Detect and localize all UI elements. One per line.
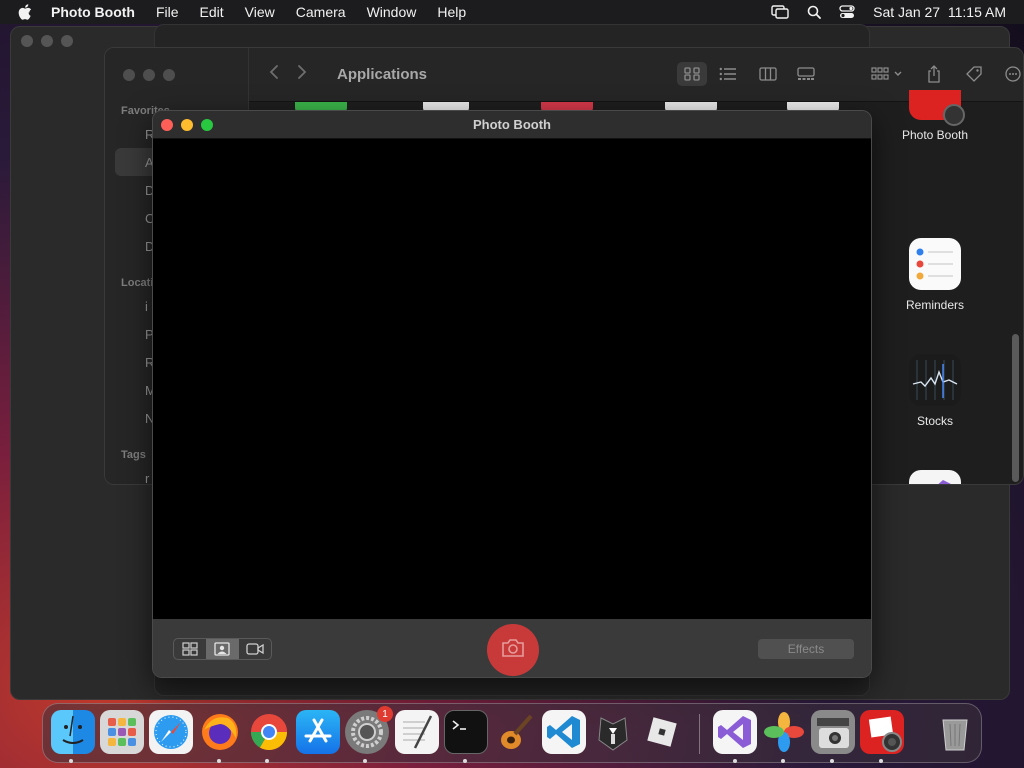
photo-booth-window: Photo Booth Effects bbox=[152, 110, 872, 678]
photo-booth-icon bbox=[909, 90, 965, 126]
stocks-icon bbox=[909, 354, 961, 406]
visual-studio-icon bbox=[909, 470, 961, 484]
app-label: Photo Booth bbox=[901, 128, 969, 142]
search-icon[interactable] bbox=[807, 5, 822, 19]
tag-icon[interactable] bbox=[959, 62, 989, 86]
trash-icon[interactable] bbox=[933, 710, 977, 754]
control-center-icon[interactable] bbox=[839, 5, 855, 19]
tux-icon[interactable] bbox=[591, 710, 635, 754]
running-indicator bbox=[781, 759, 785, 763]
capture-mode-selector bbox=[173, 638, 272, 660]
dock-separator bbox=[699, 714, 700, 754]
firefox-icon[interactable] bbox=[198, 710, 242, 754]
app-tile-photo-booth[interactable]: Photo Booth bbox=[880, 90, 990, 142]
minimize-button[interactable] bbox=[143, 69, 155, 81]
zoom-button[interactable] bbox=[163, 69, 175, 81]
photos-icon[interactable] bbox=[762, 710, 806, 754]
roblox-icon[interactable] bbox=[640, 710, 684, 754]
visual-studio-icon[interactable] bbox=[713, 710, 757, 754]
safari-icon[interactable] bbox=[149, 710, 193, 754]
effects-button[interactable]: Effects bbox=[758, 639, 854, 659]
apple-icon[interactable] bbox=[18, 4, 36, 20]
single-photo-icon[interactable] bbox=[206, 639, 239, 659]
dock: 1 bbox=[42, 703, 982, 763]
window-controls bbox=[123, 69, 175, 81]
sidebar-location-item[interactable]: i bbox=[145, 299, 148, 314]
grid-mode-icon[interactable] bbox=[174, 639, 206, 659]
take-photo-button[interactable] bbox=[487, 624, 539, 676]
running-indicator bbox=[879, 759, 883, 763]
running-indicator bbox=[830, 759, 834, 763]
icon-view-icon[interactable] bbox=[677, 62, 707, 86]
gallery-view-icon[interactable] bbox=[791, 62, 821, 86]
garageband-icon[interactable] bbox=[493, 710, 537, 754]
back-icon[interactable] bbox=[269, 64, 279, 85]
menu-file[interactable]: File bbox=[156, 4, 179, 20]
menu-edit[interactable]: Edit bbox=[200, 4, 224, 20]
video-icon[interactable] bbox=[239, 639, 271, 659]
menu-camera[interactable]: Camera bbox=[296, 4, 346, 20]
app-store-icon[interactable] bbox=[296, 710, 340, 754]
app-label: Reminders bbox=[905, 298, 965, 312]
running-indicator bbox=[69, 759, 73, 763]
running-indicator bbox=[463, 759, 467, 763]
camera-preview bbox=[153, 139, 871, 619]
finder-scrollbar[interactable] bbox=[1012, 334, 1019, 482]
camera-icon bbox=[500, 638, 526, 663]
sidebar-tag-item[interactable]: r bbox=[145, 471, 149, 484]
app-label: Stocks bbox=[916, 414, 953, 428]
textedit-icon[interactable] bbox=[395, 710, 439, 754]
running-indicator bbox=[363, 759, 367, 763]
list-view-icon[interactable] bbox=[713, 62, 743, 86]
finder-icon[interactable] bbox=[51, 710, 95, 754]
photo-booth-icon[interactable] bbox=[860, 710, 904, 754]
running-indicator bbox=[733, 759, 737, 763]
launchpad-icon[interactable] bbox=[100, 710, 144, 754]
menu-window[interactable]: Window bbox=[367, 4, 417, 20]
reminders-icon bbox=[909, 238, 961, 290]
image-capture-icon[interactable] bbox=[811, 710, 855, 754]
menu-bar: Photo Booth File Edit View Camera Window… bbox=[0, 0, 1024, 24]
running-indicator bbox=[217, 759, 221, 763]
menu-app-name[interactable]: Photo Booth bbox=[51, 4, 135, 20]
clock-datetime[interactable]: Sat Jan 27 11:15 AM bbox=[873, 4, 1006, 20]
more-actions-icon[interactable] bbox=[1001, 62, 1023, 86]
photo-booth-titlebar[interactable]: Photo Booth bbox=[153, 111, 871, 139]
forward-icon[interactable] bbox=[297, 64, 307, 85]
app-tile-visual-studio[interactable] bbox=[880, 470, 990, 484]
system-settings-icon[interactable]: 1 bbox=[345, 706, 393, 754]
column-view-icon[interactable] bbox=[753, 62, 783, 86]
terminal-icon[interactable] bbox=[444, 710, 488, 754]
window-title: Photo Booth bbox=[473, 117, 551, 132]
vscode-icon[interactable] bbox=[542, 710, 586, 754]
menu-help[interactable]: Help bbox=[437, 4, 466, 20]
group-by-icon[interactable] bbox=[867, 62, 909, 86]
photo-booth-controls: Effects bbox=[153, 619, 871, 677]
chrome-icon[interactable] bbox=[247, 710, 291, 754]
menu-view[interactable]: View bbox=[245, 4, 275, 20]
finder-title: Applications bbox=[337, 66, 428, 83]
share-icon[interactable] bbox=[919, 62, 949, 86]
app-tile-reminders[interactable]: Reminders bbox=[880, 238, 990, 312]
notification-badge: 1 bbox=[377, 706, 393, 722]
app-tile-stocks[interactable]: Stocks bbox=[880, 354, 990, 428]
screen-mirroring-icon[interactable] bbox=[771, 5, 789, 19]
close-button[interactable] bbox=[123, 69, 135, 81]
running-indicator bbox=[265, 759, 269, 763]
sidebar-section-tags: Tags bbox=[121, 449, 146, 461]
